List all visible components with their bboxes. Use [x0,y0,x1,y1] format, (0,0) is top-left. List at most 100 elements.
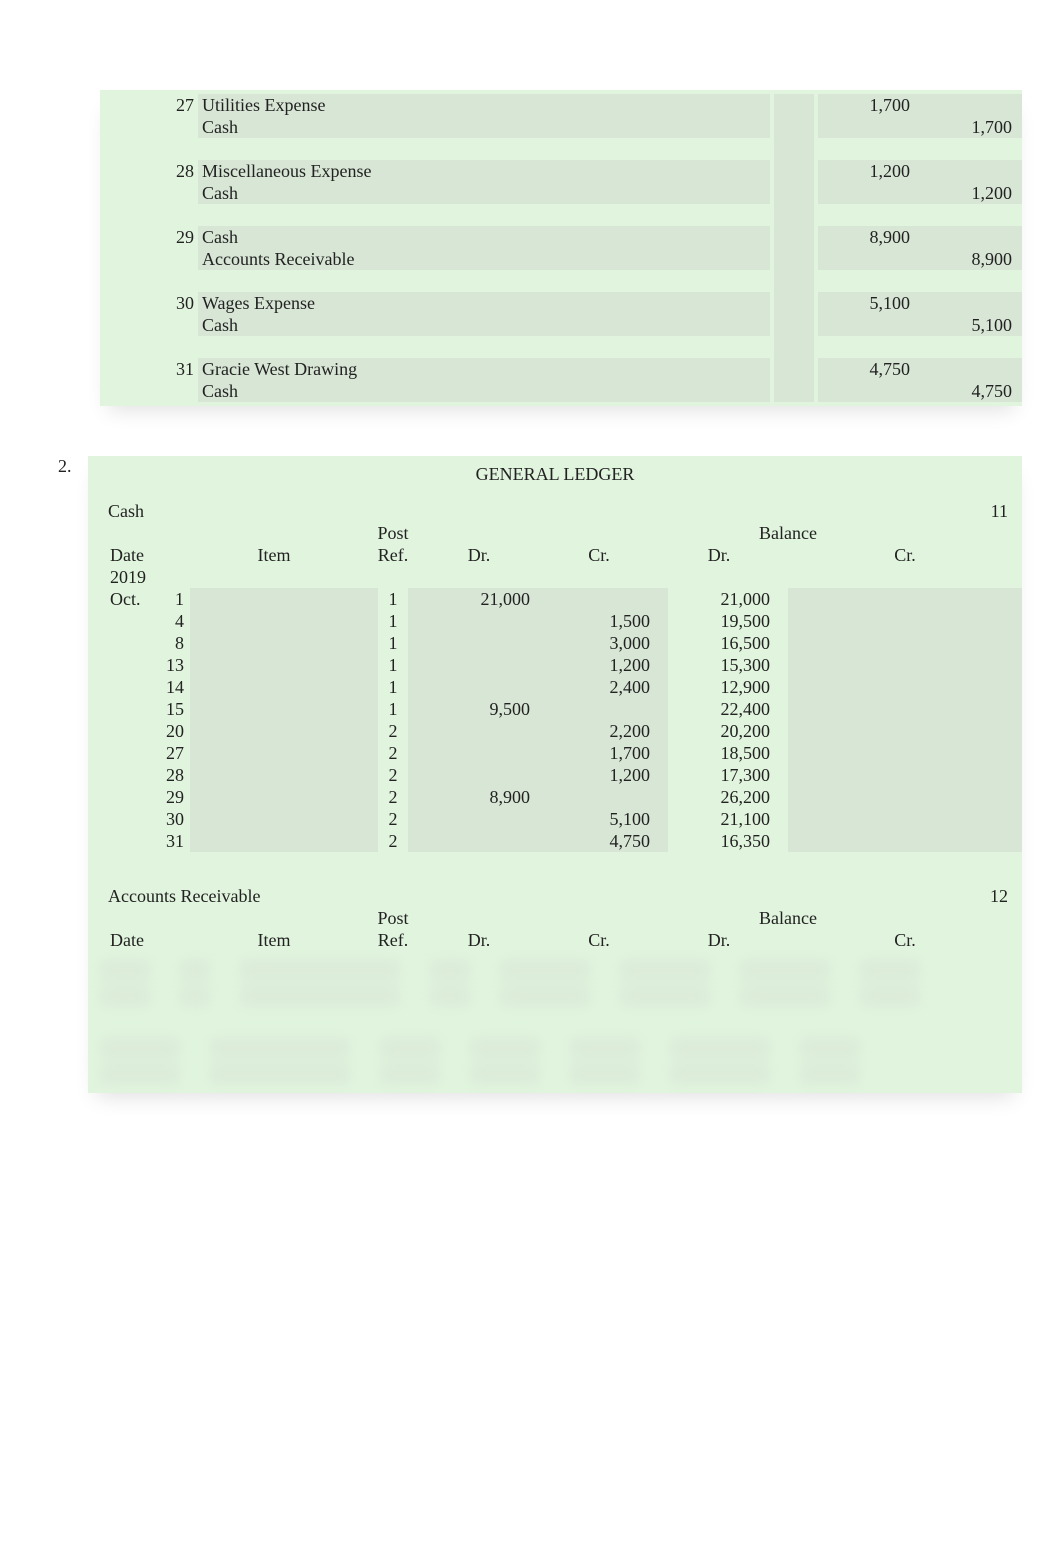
ledger-item [190,632,358,654]
ledger-section: 2. GENERAL LEDGER Cash11PostBalanceDateI… [88,456,1022,1093]
page: 27Utilities Expense1,700 Cash 1,700 28Misce… [0,0,1062,1443]
ledger-dr [428,610,548,632]
ledger-month [88,830,150,852]
ledger-bal-cr [788,610,1022,632]
ledger-header-date: Date [88,544,150,566]
ledger-header-dr: Dr. [428,929,548,951]
ledger-day: 8 [150,632,190,654]
ledger-dr [428,720,548,742]
journal-day: 27 [168,94,198,116]
journal-day: 29 [168,226,198,248]
journal-credit-amount: 1,700 [920,116,1022,138]
ledger-cr [548,588,668,610]
journal-debit-row: 30Wages Expense5,100 [100,292,1022,314]
ledger-header-bal-dr: Dr. [668,929,788,951]
ledger-header-row: DateItemRef.Dr.Cr.Dr.Cr. [88,544,1022,566]
ledger-bal-dr: 15,300 [668,654,788,676]
ledger-dr [428,676,548,698]
ledger-bal-dr: 20,200 [668,720,788,742]
ledger-row: 1311,20015,300 [88,654,1022,676]
ledger-item [190,742,358,764]
ledger-item [190,698,358,720]
ledger-row: 3124,75016,350 [88,830,1022,852]
ledger-postref: 1 [358,698,428,720]
ledger-bal-dr: 16,500 [668,632,788,654]
ledger-cr: 1,200 [548,654,668,676]
journal-debit-row: 27Utilities Expense1,700 [100,94,1022,116]
journal-debit-amount: 1,200 [818,160,920,182]
ledger-postref: 1 [358,632,428,654]
ledger-bal-dr: 21,100 [668,808,788,830]
ledger-postref: 1 [358,676,428,698]
ledger-cr: 1,500 [548,610,668,632]
journal-debit-account: Utilities Expense [198,94,770,116]
ledger-month [88,676,150,698]
ledger-month [88,720,150,742]
journal-credit-account: Cash [198,380,770,402]
journal-credit-row: Cash1,200 [100,182,1022,204]
ledger-day: 13 [150,654,190,676]
ledger-day: 27 [150,742,190,764]
ledger-header-item: Item [190,544,358,566]
journal-debit-amount: 4,750 [818,358,920,380]
ledger-day: 30 [150,808,190,830]
ledger-bal-cr [788,698,1022,720]
ledger-header-cr: Cr. [548,544,668,566]
ledger-bal-cr [788,764,1022,786]
ledger-dr [428,808,548,830]
ledger-item [190,610,358,632]
journal-debit-account: Wages Expense [198,292,770,314]
ledger-postref: 2 [358,764,428,786]
ledger-dr [428,632,548,654]
ledger-account-name: Cash [108,501,968,522]
ledger-account-number: 11 [968,501,1008,522]
ledger-bal-cr [788,742,1022,764]
ledger-header-row-top: PostBalance [88,522,1022,544]
ledger-bal-cr [788,830,1022,852]
ledger-bal-dr: 22,400 [668,698,788,720]
ledger-dr: 9,500 [428,698,548,720]
ledger-postref: 2 [358,808,428,830]
ledger-account-header: Accounts Receivable12 [88,886,1022,907]
ledger-cr: 5,100 [548,808,668,830]
journal-credit-amount: 8,900 [920,248,1022,270]
ledger-postref: 1 [358,610,428,632]
journal-debit-row: 28Miscellaneous Expense1,200 [100,160,1022,182]
ledger-item [190,808,358,830]
ledger-year: 2019 [88,566,150,588]
journal-debit-amount: 8,900 [818,226,920,248]
ledger-day: 1 [150,588,190,610]
ledger-year-row: 2019 [88,566,1022,588]
journal-debit-account: Gracie West Drawing [198,358,770,380]
ledger-header-post: Post [358,907,428,929]
ledger-month [88,808,150,830]
ledger-item [190,588,358,610]
ledger-header-row-top: Post Balance [88,907,1022,929]
ledger-day: 29 [150,786,190,808]
ledger-account-number: 12 [968,886,1008,907]
ledger-dr: 21,000 [428,588,548,610]
ledger-item [190,676,358,698]
ledger-row: 30 2 5,10021,100 [88,808,1022,830]
ledger-row: 2022,20020,200 [88,720,1022,742]
ledger-header-ref: Ref. [358,929,428,951]
ledger-bal-cr [788,632,1022,654]
ledger-cr [548,698,668,720]
ledger-header-balance: Balance [668,907,908,929]
ledger-bal-dr: 21,000 [668,588,788,610]
journal-debit-row: 29Cash8,900 [100,226,1022,248]
journal-gap-row [100,138,1022,160]
ledger-month [88,786,150,808]
journal-credit-row: Cash5,100 [100,314,1022,336]
ledger-row: 2821,20017,300 [88,764,1022,786]
ledger-cr [548,786,668,808]
journal-credit-amount: 5,100 [920,314,1022,336]
journal-credit-amount: 4,750 [920,380,1022,402]
ledger-bal-dr: 16,350 [668,830,788,852]
ledger-row: 1519,50022,400 [88,698,1022,720]
ledger-bal-cr [788,720,1022,742]
ledger-item [190,720,358,742]
ledger-bal-cr [788,654,1022,676]
ledger-cr: 1,200 [548,764,668,786]
ledger-header-date: Date [88,929,150,951]
